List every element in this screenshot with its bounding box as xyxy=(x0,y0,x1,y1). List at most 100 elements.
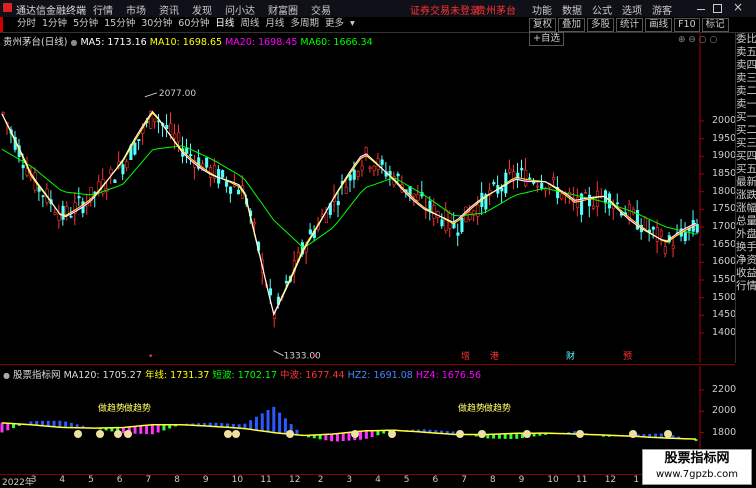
candle-body xyxy=(237,189,241,195)
panel-earnings[interactable]: 收益 xyxy=(736,267,756,280)
period-1min[interactable]: 1分钟 xyxy=(39,17,70,31)
date-tick-label: 5 xyxy=(403,475,410,485)
candle-body xyxy=(584,192,588,194)
panel-weibi[interactable]: 委比 xyxy=(736,33,756,46)
candle-body xyxy=(683,232,687,242)
trend-label: 做趋势 xyxy=(98,402,125,414)
menu-gongshi[interactable]: 公式 xyxy=(592,6,612,17)
kline-chart[interactable]: 2077.001333.00 增港财预• • xyxy=(0,33,735,363)
price-tick-label: 1450 xyxy=(712,309,737,321)
period-weekly[interactable]: 周线 xyxy=(237,17,262,31)
panel-buy5[interactable]: 买五 xyxy=(736,163,756,176)
price-axis: 2000 1950 1900 1850 1800 1750 1700 1650 1600 1550… xyxy=(706,33,736,363)
signal-bag-icon xyxy=(351,430,359,438)
brand-watermark: 股票指标网 www.7gpzb.com xyxy=(642,449,752,485)
candle-body xyxy=(133,142,137,155)
candle-body xyxy=(21,164,25,169)
period-30min[interactable]: 30分钟 xyxy=(138,17,175,31)
price-tick-label: 1550 xyxy=(712,274,737,285)
panel-sell4[interactable]: 卖四 xyxy=(736,59,756,72)
login-status[interactable]: 证券交易未登录 xyxy=(410,2,480,17)
menu-zixun[interactable]: 资讯 xyxy=(159,6,179,17)
candle-body xyxy=(268,288,273,296)
tool-fuquan[interactable]: 复权 xyxy=(529,18,557,32)
indicator-settings-icon[interactable]: ● xyxy=(3,371,10,380)
main-legend: 贵州茅台(日线) ● MA5: 1713.16 MA10: 1698.65 MA… xyxy=(3,34,373,48)
candle-body xyxy=(524,169,528,187)
candle-body xyxy=(468,212,472,220)
menu-caifuquan[interactable]: 财富圈 xyxy=(268,6,298,17)
period-monthly[interactable]: 月线 xyxy=(262,17,287,31)
menu-faxian[interactable]: 发现 xyxy=(192,6,212,17)
menu-hangqing[interactable]: 行情 xyxy=(93,6,113,17)
date-tick-label: 8 xyxy=(174,475,180,485)
period-5min[interactable]: 5分钟 xyxy=(70,17,101,31)
menu-youke[interactable]: 游客 xyxy=(652,6,672,17)
menu-xuanxiang[interactable]: 选项 xyxy=(622,6,642,17)
period-60min[interactable]: 60分钟 xyxy=(175,17,212,31)
tool-diejia[interactable]: 叠加 xyxy=(558,18,586,32)
signal-bag-icon xyxy=(629,430,637,438)
tool-tongji[interactable]: 统计 xyxy=(616,18,644,32)
candle-body xyxy=(185,147,189,154)
panel-change[interactable]: 涨跌 xyxy=(736,189,756,202)
candle-body xyxy=(41,195,45,197)
panel-buy3[interactable]: 买三 xyxy=(736,137,756,150)
close-icon[interactable]: × xyxy=(733,0,743,14)
candle-body xyxy=(113,179,117,184)
period-15min[interactable]: 15分钟 xyxy=(101,17,138,31)
menu-shichang[interactable]: 市场 xyxy=(126,6,146,17)
panel-sell3[interactable]: 卖三 xyxy=(736,72,756,85)
period-toolbar: 分时 1分钟 5分钟 15分钟 30分钟 60分钟 日线 周线 月线 多周期 更多 ▾ 复权 叠加 多股统… xyxy=(0,17,756,46)
candle-body xyxy=(396,173,400,177)
menu-shuju[interactable]: 数据 xyxy=(562,6,582,17)
period-more[interactable]: 更多 xyxy=(322,17,347,31)
tool-duogu[interactable]: 多股 xyxy=(587,18,615,32)
menu-gongneng[interactable]: 功能 xyxy=(532,6,552,17)
signal-bag-icon xyxy=(224,430,232,438)
period-daily[interactable]: 日线 xyxy=(212,17,237,31)
candle-body xyxy=(53,212,57,215)
panel-sell5[interactable]: 卖五 xyxy=(736,46,756,59)
candle-body xyxy=(643,217,647,229)
panel-buy4[interactable]: 买四 xyxy=(736,150,756,163)
panel-outer[interactable]: 外盘 xyxy=(736,228,756,241)
maximize-icon[interactable] xyxy=(713,4,722,13)
date-tick-label: 10 xyxy=(547,475,559,485)
side-marker xyxy=(0,17,3,32)
candle-body xyxy=(615,202,620,205)
candle-body xyxy=(536,185,540,188)
candle-body xyxy=(360,165,364,171)
period-multi[interactable]: 多周期 xyxy=(287,17,322,31)
indicator-chart[interactable]: 做趋势做趋势 做趋势做趋势 xyxy=(0,366,735,474)
menu-jiaoyi[interactable]: 交易 xyxy=(311,6,331,17)
panel-turnover[interactable]: 换手 xyxy=(736,241,756,254)
high-pointer xyxy=(144,92,158,98)
date-tick-label: 6 xyxy=(116,475,123,485)
panel-buy2[interactable]: 买二 xyxy=(736,124,756,137)
tool-huaxian[interactable]: 画线 xyxy=(645,18,673,32)
candle-body xyxy=(540,183,544,189)
candle-body xyxy=(221,170,225,178)
panel-sell1[interactable]: 卖一 xyxy=(736,98,756,111)
period-fenshi[interactable]: 分时 xyxy=(14,17,39,31)
tool-biaoji[interactable]: 标记 xyxy=(701,18,729,32)
panel-pct-change[interactable]: 涨幅 xyxy=(736,202,756,215)
minimize-icon[interactable] xyxy=(697,9,705,10)
legend-settings-icon[interactable]: ● xyxy=(70,38,77,47)
chevron-down-icon[interactable]: ▾ xyxy=(347,17,358,31)
candle-body xyxy=(125,161,129,169)
signal-bag-icon xyxy=(114,430,122,438)
trend-label: 做趋势 xyxy=(484,402,511,414)
panel-sell2[interactable]: 卖二 xyxy=(736,85,756,98)
price-tick-label: 1650 xyxy=(712,238,737,250)
indicator-name[interactable]: 股票指标网 xyxy=(13,370,61,381)
panel-quotes[interactable]: 行情 xyxy=(736,280,756,293)
panel-buy1[interactable]: 买一 xyxy=(736,111,756,124)
high-annotation: 2077.00 xyxy=(159,89,196,99)
panel-netasset[interactable]: 净资 xyxy=(736,254,756,267)
menu-wenxiaoda[interactable]: 问小达 xyxy=(225,6,255,17)
panel-latest[interactable]: 最新 xyxy=(736,176,756,189)
panel-volume[interactable]: 总量 xyxy=(736,215,756,228)
tool-f10[interactable]: F10 xyxy=(674,18,700,32)
